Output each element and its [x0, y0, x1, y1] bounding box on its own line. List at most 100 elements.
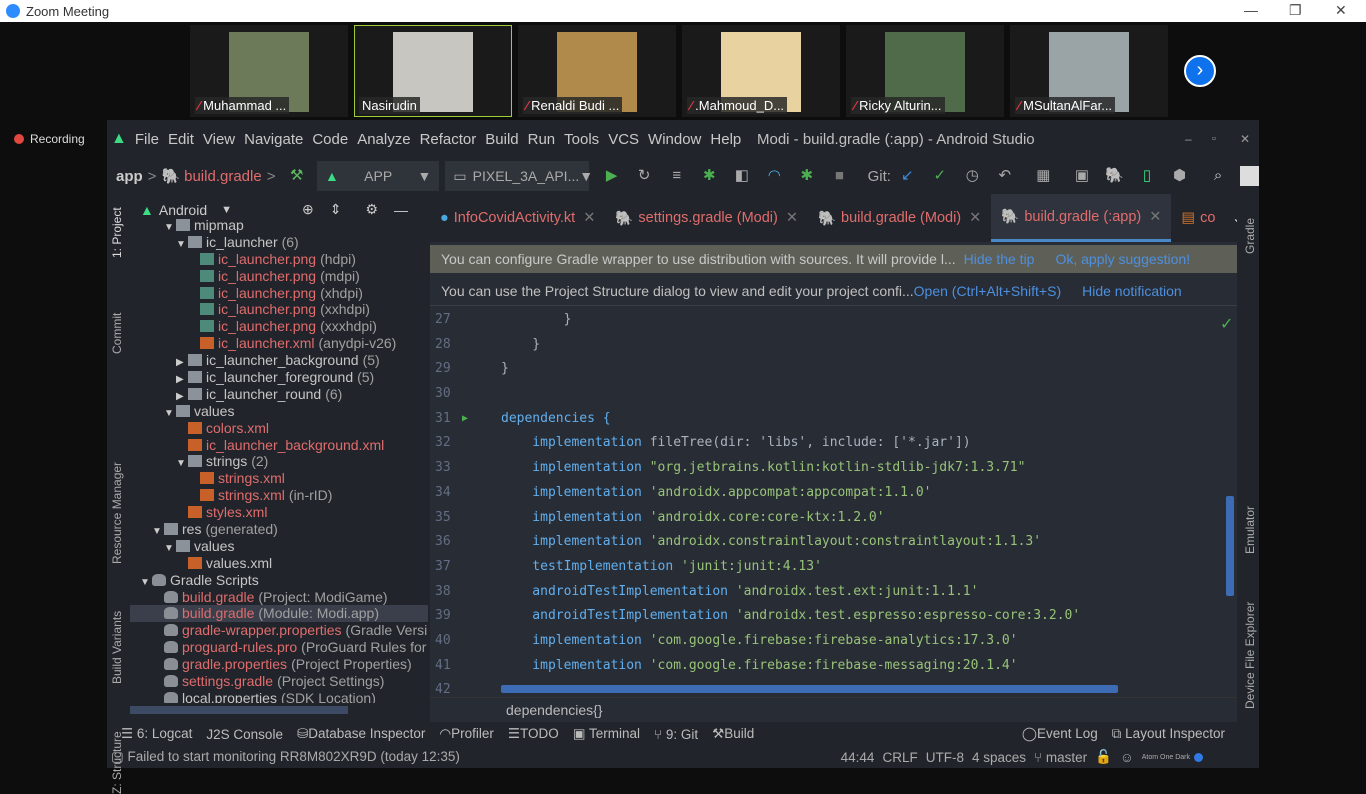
- tree-item[interactable]: colors.xml: [130, 420, 428, 437]
- tool-device-file-explorer[interactable]: Device File Explorer: [1243, 602, 1257, 709]
- code-breadcrumb[interactable]: dependencies{}: [430, 697, 1237, 722]
- menu-build[interactable]: Build: [485, 131, 518, 148]
- tree-item[interactable]: ic_launcher.png (xxxhdpi): [130, 318, 428, 335]
- tree-item[interactable]: proguard-rules.pro (ProGuard Rules for: [130, 639, 428, 656]
- tool-logcat[interactable]: ☰ 6: Logcat: [121, 726, 192, 742]
- tree-item[interactable]: ▼ values: [130, 538, 428, 555]
- avd-manager-icon[interactable]: ▯: [1137, 165, 1158, 187]
- inspector-icon[interactable]: ☺: [1120, 750, 1134, 765]
- close-button[interactable]: ✕: [1240, 132, 1250, 146]
- menu-run[interactable]: Run: [528, 131, 556, 148]
- tree-item[interactable]: ic_launcher.xml (anydpi-v26): [130, 335, 428, 352]
- collapse-all-icon[interactable]: ⇕: [330, 201, 342, 218]
- device-select[interactable]: ▭ PIXEL_3A_API... ▼: [445, 161, 593, 191]
- tree-item[interactable]: ▼ mipmap: [130, 217, 428, 234]
- tree-item[interactable]: strings.xml (in-rID): [130, 487, 428, 504]
- tree-item[interactable]: ic_launcher.png (mdpi): [130, 268, 428, 285]
- tree-item[interactable]: styles.xml: [130, 504, 428, 521]
- tool-emulator[interactable]: Emulator: [1243, 506, 1257, 554]
- settings-gear-icon[interactable]: ⚙: [365, 201, 378, 218]
- apply-changes-icon[interactable]: ↻: [634, 165, 655, 187]
- locate-icon[interactable]: ⊕: [302, 201, 314, 218]
- editor-horizontal-scrollbar[interactable]: [501, 685, 1118, 693]
- tree-item[interactable]: strings.xml: [130, 470, 428, 487]
- tree-item[interactable]: gradle-wrapper.properties (Gradle Versi: [130, 622, 428, 639]
- git-rollback-icon[interactable]: ↶: [995, 165, 1016, 187]
- tool-event-log[interactable]: ◯Event Log: [1022, 726, 1098, 742]
- editor-tab[interactable]: ● InfoCovidActivity.kt ✕: [430, 194, 605, 242]
- menu-file[interactable]: File: [135, 131, 159, 148]
- coverage-icon[interactable]: ◧: [732, 165, 753, 187]
- menu-help[interactable]: Help: [710, 131, 741, 148]
- close-tab-icon[interactable]: ✕: [1149, 209, 1161, 225]
- code-area[interactable]: 27 } 28 } 29} 30 31 ▶ dependencies {32 impleme…: [430, 308, 1237, 703]
- search-icon[interactable]: ⌕: [1208, 165, 1229, 187]
- run-config-select[interactable]: ▲ APP ▼: [316, 161, 440, 191]
- stop-icon[interactable]: ■: [829, 165, 850, 187]
- tool-layout-inspector[interactable]: ⧉ Layout Inspector: [1112, 726, 1225, 742]
- editor-vertical-scrollbar[interactable]: [1226, 496, 1234, 596]
- tree-item[interactable]: ic_launcher.png (hdpi): [130, 251, 428, 268]
- menu-view[interactable]: View: [203, 131, 235, 148]
- tree-item[interactable]: ic_launcher.png (xxhdpi): [130, 301, 428, 318]
- recording-indicator[interactable]: Recording: [14, 132, 85, 146]
- participant-tile[interactable]: ⁄ Renaldi Budi ...: [518, 25, 676, 117]
- tree-item[interactable]: ▶ ic_launcher_background (5): [130, 352, 428, 369]
- apply-code-changes-icon[interactable]: ≡: [666, 165, 687, 187]
- project-structure-icon[interactable]: ▦: [1033, 165, 1054, 187]
- editor-tab[interactable]: 🐘 settings.gradle (Modi) ✕: [605, 194, 808, 242]
- git-commit-icon[interactable]: ✓: [930, 165, 951, 187]
- tool-resource-manager[interactable]: Resource Manager: [110, 462, 124, 564]
- hide-notification-link[interactable]: Hide notification: [1082, 283, 1182, 299]
- tool-j2s-console[interactable]: J2S Console: [206, 727, 283, 742]
- tree-item[interactable]: ic_launcher.png (xhdpi): [130, 285, 428, 302]
- menu-edit[interactable]: Edit: [168, 131, 194, 148]
- tree-item[interactable]: ▼ res (generated): [130, 521, 428, 538]
- open-project-structure-link[interactable]: Open (Ctrl+Alt+Shift+S): [914, 283, 1061, 299]
- tree-item[interactable]: values.xml: [130, 555, 428, 572]
- editor-tab[interactable]: ▤ co: [1171, 194, 1225, 242]
- tool-terminal[interactable]: ▣ Terminal: [573, 726, 640, 742]
- tool-database-inspector[interactable]: ⛁Database Inspector: [297, 726, 425, 742]
- close-tab-icon[interactable]: ✕: [969, 210, 981, 226]
- tree-item[interactable]: build.gradle (Project: ModiGame): [130, 589, 428, 606]
- apply-suggestion-link[interactable]: Ok, apply suggestion!: [1055, 251, 1190, 267]
- tool-commit[interactable]: Commit: [110, 313, 124, 354]
- breadcrumb-file[interactable]: build.gradle: [184, 168, 262, 185]
- theme-label[interactable]: Atom One Dark: [1142, 754, 1190, 761]
- minimize-button[interactable]: —: [1244, 2, 1258, 18]
- close-tab-icon[interactable]: ✕: [786, 210, 798, 226]
- tree-item[interactable]: gradle.properties (Project Properties): [130, 656, 428, 673]
- tree-item[interactable]: ▼ values: [130, 403, 428, 420]
- run-gutter-icon[interactable]: ▶: [462, 407, 468, 432]
- tool-git[interactable]: ⑂ 9: Git: [654, 727, 698, 742]
- restore-button[interactable]: ❐: [1289, 2, 1302, 19]
- tool-profiler[interactable]: ◠Profiler: [439, 726, 494, 742]
- git-update-icon[interactable]: ↙: [897, 165, 918, 187]
- minimize-button[interactable]: –: [1185, 132, 1192, 146]
- tool-project[interactable]: 1: Project: [110, 207, 124, 258]
- tree-item[interactable]: ▶ ic_launcher_foreground (5): [130, 369, 428, 386]
- lock-icon[interactable]: 🔓: [1095, 749, 1112, 765]
- file-encoding[interactable]: UTF-8: [926, 750, 964, 765]
- participant-tile[interactable]: ⁄ Muhammad ...: [190, 25, 348, 117]
- participant-tile[interactable]: Nasirudin: [354, 25, 512, 117]
- tool-build-variants[interactable]: Build Variants: [110, 611, 124, 684]
- sync-gradle-icon[interactable]: 🐘: [1104, 165, 1125, 187]
- menu-navigate[interactable]: Navigate: [244, 131, 303, 148]
- indent-setting[interactable]: 4 spaces: [972, 750, 1026, 765]
- tree-item[interactable]: local.properties (SDK Location): [130, 690, 428, 703]
- tree-item[interactable]: ▼ ic_launcher (6): [130, 234, 428, 251]
- participant-tile[interactable]: ⁄ Ricky Alturin...: [846, 25, 1004, 117]
- tool-build[interactable]: ⚒Build: [712, 726, 754, 742]
- run-icon[interactable]: ▶: [601, 165, 622, 187]
- attach-debugger-icon[interactable]: ✱: [797, 165, 818, 187]
- user-avatar[interactable]: [1240, 166, 1259, 186]
- terminal-icon[interactable]: ▣: [1072, 165, 1093, 187]
- profile-icon[interactable]: ◠: [764, 165, 785, 187]
- cursor-position[interactable]: 44:44: [841, 750, 875, 765]
- menu-vcs[interactable]: VCS: [608, 131, 639, 148]
- menu-refactor[interactable]: Refactor: [420, 131, 477, 148]
- participant-tile[interactable]: ⁄ MSultanAlFar...: [1010, 25, 1168, 117]
- tree-item[interactable]: ▼ Gradle Scripts: [130, 572, 428, 589]
